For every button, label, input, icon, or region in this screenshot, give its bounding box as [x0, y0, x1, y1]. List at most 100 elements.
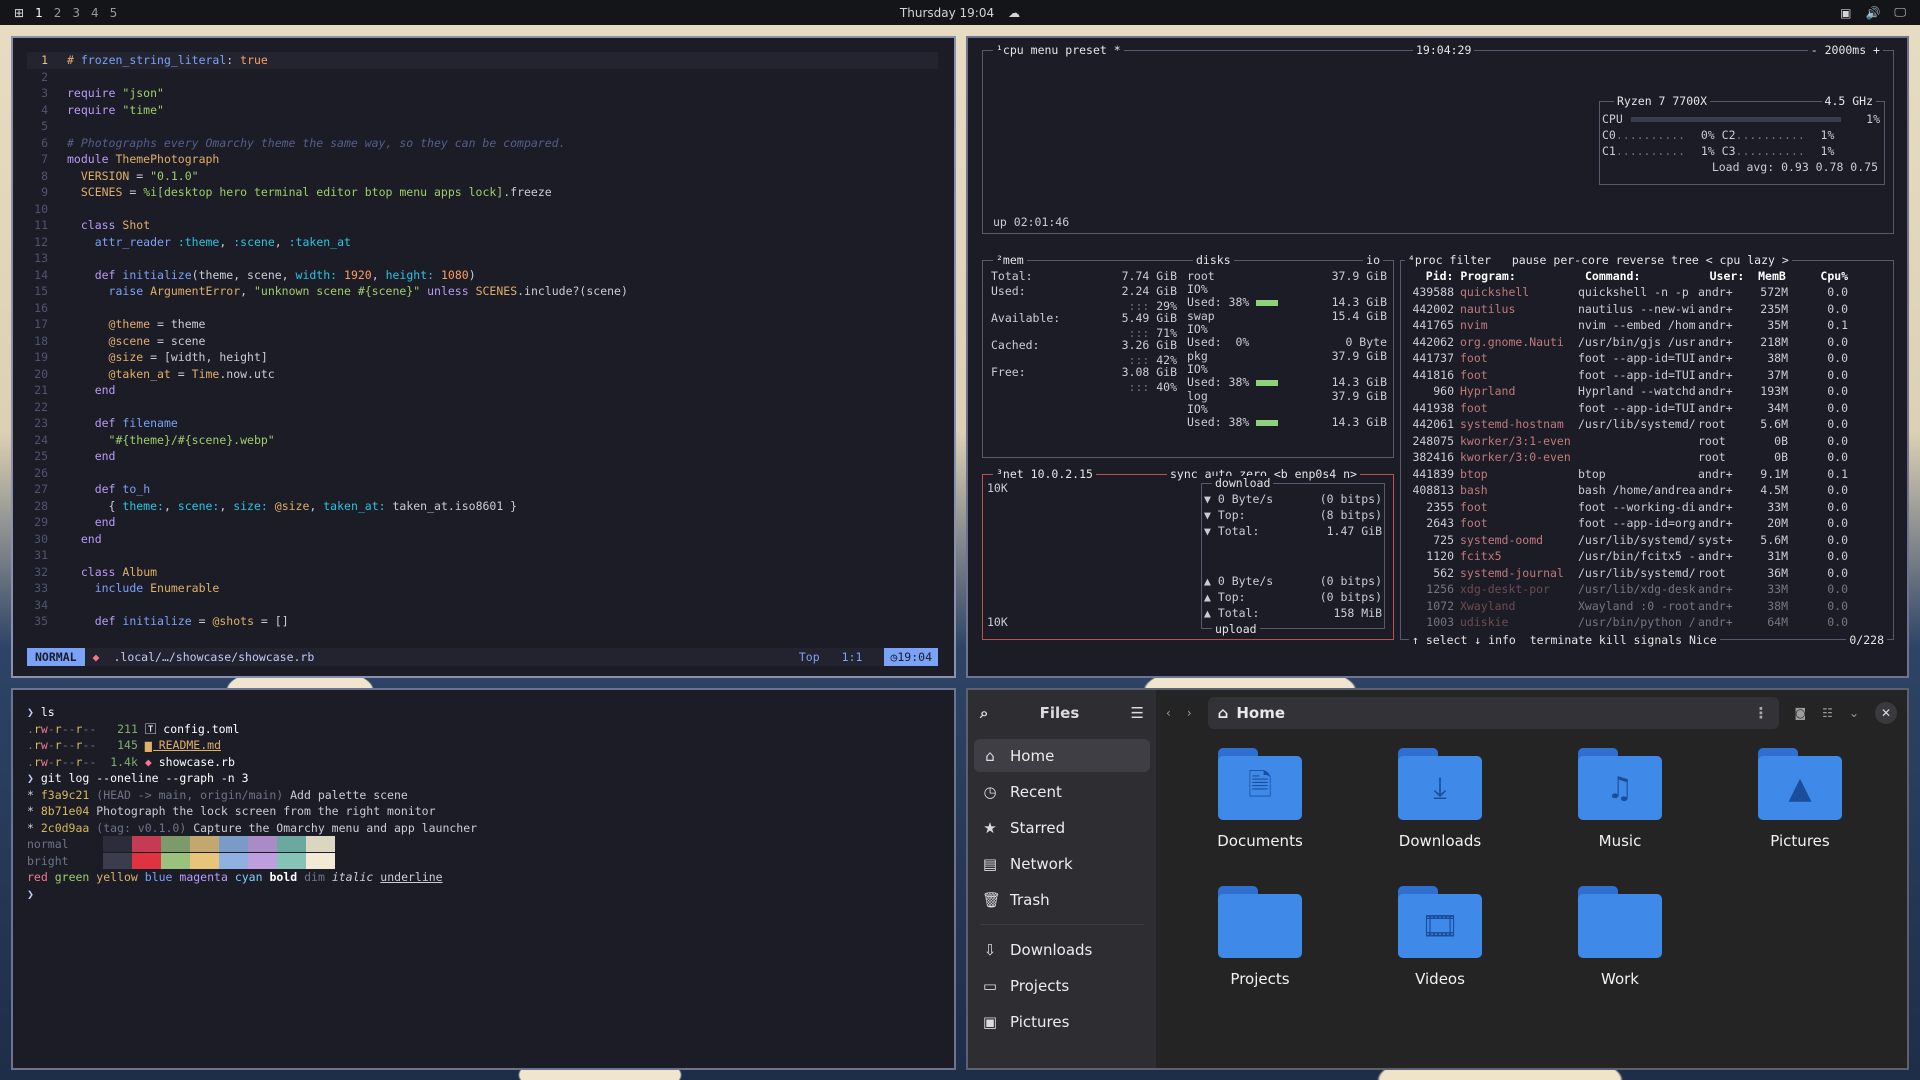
folder-label: Videos — [1415, 970, 1465, 988]
line-number: 32 — [34, 564, 48, 579]
upload-title: upload — [1212, 622, 1260, 636]
volume-icon[interactable]: 🔊 — [1865, 6, 1880, 20]
proc-row[interactable]: 441938 foot foot --app-id=TUI.andr+ 34M 0.0 — [1405, 401, 1889, 416]
sidebar-item-pictures[interactable]: ▣ Pictures — [974, 1005, 1150, 1038]
proc-row[interactable]: 442061 systemd-hostnam/usr/lib/systemd/sr… — [1405, 417, 1889, 432]
editor-window[interactable]: 1 # frozen_string_literal: true 2 3 require … — [11, 36, 956, 678]
workspace-3[interactable]: 3 — [72, 6, 80, 20]
color-swatch — [103, 836, 132, 852]
prompt[interactable]: ❯ — [27, 886, 940, 903]
mem-title: ²mem — [993, 253, 1027, 267]
sidebar-item-trash[interactable]: 🗑 Trash — [974, 883, 1150, 916]
proc-header: Pid: Program: Command: User: MemB Cpu% — [1405, 269, 1849, 283]
folder-music[interactable]: ♫ Music — [1550, 748, 1690, 850]
sidebar-item-network[interactable]: ▤ Network — [974, 847, 1150, 880]
folder-icon — [1578, 886, 1662, 958]
cpu-freq: 4.5 GHz — [1821, 94, 1876, 108]
folder-downloads[interactable]: ⤓ Downloads — [1370, 748, 1510, 850]
line-number: 17 — [34, 317, 48, 331]
line-content: end — [94, 515, 116, 529]
clock[interactable]: Thursday 19:04 ☁ — [900, 6, 1020, 20]
status-time: ◷19:04 — [884, 648, 938, 666]
proc-row[interactable]: 2355 foot foot --working-dirandr+ 33M 0.0 — [1405, 500, 1889, 515]
code-lines[interactable]: 1 # frozen_string_literal: true 2 3 require … — [27, 52, 938, 630]
menu-icon[interactable]: ☰ — [1131, 704, 1144, 722]
search-icon[interactable]: ⌕ — [980, 704, 988, 722]
net-ul-row: ▲ Top: (0 bitps) — [1204, 590, 1382, 604]
proc-row[interactable]: 1003 udiskie/usr/bin/python /uandr+ 64M 0.0 — [1405, 615, 1889, 630]
proc-row[interactable]: 1072 Xwayland Xwayland :0 -rootlandr+ 38M 0.… — [1405, 599, 1889, 614]
proc-row[interactable]: 960 Hyprland Hyprland --watchdoandr+ 193M 0.… — [1405, 384, 1889, 399]
proc-row[interactable]: 1120 fcitx5/usr/bin/fcitx5 --andr+ 31M 0.0 — [1405, 549, 1889, 564]
proc-row[interactable]: 562 systemd-journal/usr/lib/systemd/sroot… — [1405, 566, 1889, 581]
proc-row[interactable]: 442062 org.gnome.Nauti/usr/bin/gjs /usr/a… — [1405, 335, 1889, 350]
btop-window[interactable]: ¹cpu menu preset * 19:04:29 - 2000ms + u… — [966, 36, 1909, 678]
mem-row: Total: 7.74 GiB — [991, 269, 1177, 283]
proc-row[interactable]: 408813 bash bash /home/andreasandr+ 4.5M 0.0 — [1405, 483, 1889, 498]
folder-work[interactable]: Work — [1550, 886, 1690, 988]
line-number: 19 — [34, 350, 48, 364]
back-icon[interactable]: ‹ — [1166, 706, 1171, 720]
update-interval[interactable]: - 2000ms + — [1807, 43, 1883, 57]
proc-row[interactable]: 382416 kworker/3:0-even root 0B 0.0 — [1405, 450, 1889, 465]
proc-row[interactable]: 441816 foot foot --app-id=TUI.andr+ 37M 0.0 — [1405, 368, 1889, 383]
forward-icon[interactable]: › — [1187, 706, 1192, 720]
launcher-icon[interactable]: ⊞ — [14, 6, 24, 20]
sidebar-item-downloads[interactable]: ⇩ Downloads — [974, 933, 1150, 966]
files-window[interactable]: ⌕ Files ☰ ⌂ Home ◷ Recent ★ Starred ▤ Network 🗑 T… — [966, 688, 1909, 1070]
workspace-4[interactable]: 4 — [91, 6, 99, 20]
proc-row[interactable]: 441737 foot foot --app-id=TUI.andr+ 38M 0.0 — [1405, 351, 1889, 366]
proc-row[interactable]: 1256 xdg-deskt-por/usr/lib/xdg-desktandr+… — [1405, 582, 1889, 597]
color-swatch — [190, 852, 219, 869]
code-line: 9 SCENES = %i[desktop hero terminal edit… — [27, 184, 938, 201]
line-number: 9 — [41, 185, 48, 199]
proc-row[interactable]: 439588 quickshell quickshell -n -p /andr+ 5… — [1405, 285, 1889, 300]
folder-videos[interactable]: 🎞 Videos — [1370, 886, 1510, 988]
line-number: 14 — [34, 267, 48, 282]
camera-icon[interactable]: ◙ — [1795, 706, 1807, 720]
proc-row[interactable]: 441765 nvim nvim --embed /homeandr+ 35M 0.1 — [1405, 318, 1889, 333]
monitor-icon[interactable]: 🖵 — [1894, 5, 1906, 20]
workspace-5[interactable]: 5 — [110, 6, 118, 20]
folder-documents[interactable]: 🗎 Documents — [1190, 748, 1330, 850]
sidebar-item-home[interactable]: ⌂ Home — [974, 739, 1150, 772]
sidebar-item-starred[interactable]: ★ Starred — [974, 811, 1150, 844]
more-icon[interactable]: ⋮ — [1754, 704, 1769, 722]
view-list-icon[interactable]: ☷ — [1822, 706, 1833, 720]
color-swatch — [132, 852, 161, 869]
proc-title[interactable]: ⁴proc filter pause per-core reverse tree… — [1405, 253, 1792, 267]
sidebar-item-projects[interactable]: ▭ Projects — [974, 969, 1150, 1002]
line-number: 33 — [34, 581, 48, 595]
line-content: "#{theme}/#{scene}.webp" — [108, 432, 275, 447]
proc-footer[interactable]: ↑ select ↓ info terminate kill signals N… — [1409, 633, 1720, 647]
folder-pictures[interactable]: ▲ Pictures — [1730, 748, 1870, 850]
color-swatch — [161, 852, 190, 869]
line-content — [67, 69, 938, 86]
screen-icon[interactable]: ▣ — [1840, 6, 1851, 20]
code-line: 3 require "json" — [27, 85, 938, 102]
color-swatch — [306, 836, 335, 852]
terminal-window[interactable]: ❯ ls .rw-r--r-- 211 🅃 config.toml .rw-r--r… — [11, 688, 956, 1070]
folder-projects[interactable]: Projects — [1190, 886, 1330, 988]
proc-row[interactable]: 441839 btop btop andr+ 9.1M 0.1 — [1405, 467, 1889, 482]
line-number: 27 — [34, 482, 48, 496]
chevron-down-icon[interactable]: ⌄ — [1849, 706, 1859, 720]
code-line: 8 VERSION = "0.1.0" — [27, 168, 938, 185]
sidebar-item-label: Network — [1010, 854, 1073, 873]
proc-row[interactable]: 2643 foot foot --app-id=org.andr+ 20M 0.0 — [1405, 516, 1889, 531]
proc-row[interactable]: 442002 nautilus nautilus --new-winandr+ 235… — [1405, 302, 1889, 317]
sidebar-item-recent[interactable]: ◷ Recent — [974, 775, 1150, 808]
workspace-1[interactable]: 1 — [35, 6, 43, 20]
code-line: 33 include Enumerable — [27, 580, 938, 597]
code-line: 20 @taken_at = Time.now.utc — [27, 366, 938, 383]
close-icon[interactable]: ✕ — [1875, 702, 1897, 724]
proc-row[interactable]: 725 systemd-oomd/usr/lib/systemd/ssyst+ 5.… — [1405, 533, 1889, 548]
file-path: .local/…/showcase/showcase.rb — [113, 650, 315, 664]
code-line: 25 end — [27, 448, 938, 465]
clock-text: Thursday 19:04 — [899, 5, 995, 20]
proc-row[interactable]: 248075 kworker/3:1-even root 0B 0.0 — [1405, 434, 1889, 449]
net-dl-row: ▼ Total: 1.47 GiB — [1204, 524, 1382, 538]
workspace-2[interactable]: 2 — [54, 6, 62, 20]
location-bar[interactable]: ⌂ Home ⋮ — [1207, 697, 1779, 729]
line-content: @scene = scene — [108, 333, 206, 348]
